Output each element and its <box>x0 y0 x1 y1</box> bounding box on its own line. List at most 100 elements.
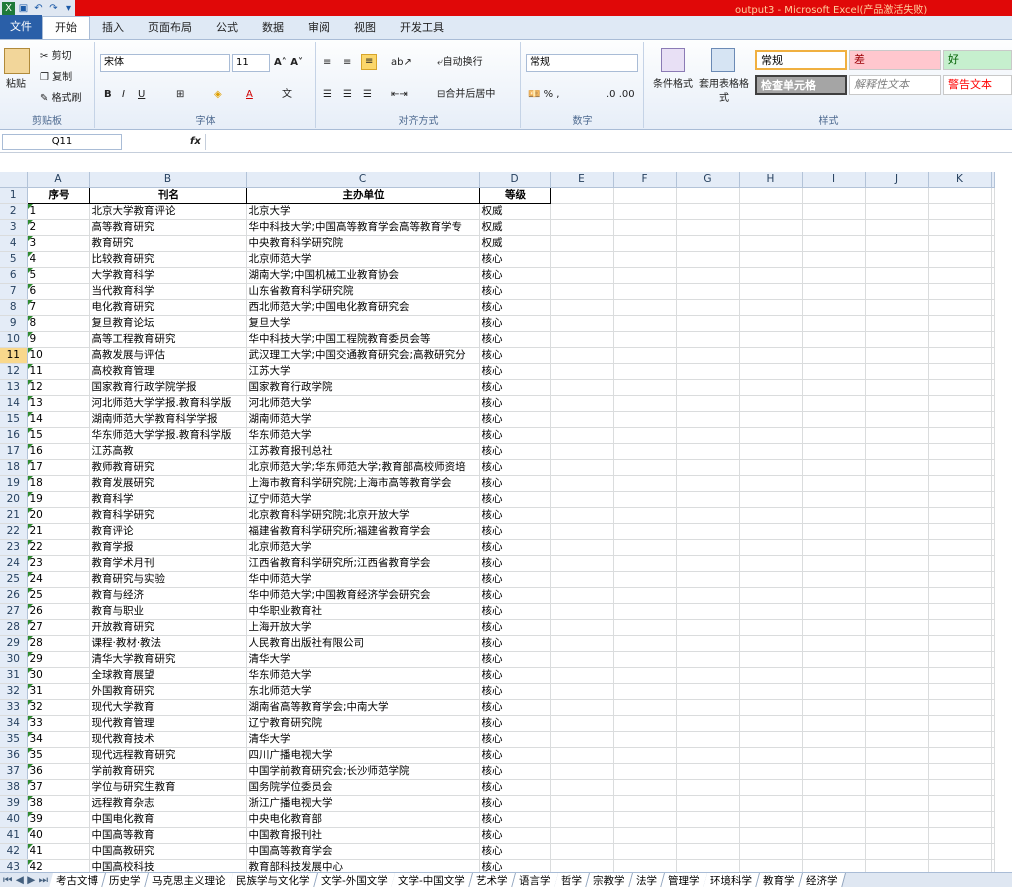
row-header[interactable]: 41 <box>0 828 27 844</box>
cell[interactable] <box>802 540 865 556</box>
cell[interactable] <box>550 732 613 748</box>
cell[interactable] <box>739 652 802 668</box>
cell[interactable] <box>613 300 676 316</box>
cell[interactable]: 河北师范大学学报.教育科学版 <box>89 396 246 412</box>
cell[interactable] <box>550 188 613 204</box>
row-header[interactable]: 36 <box>0 748 27 764</box>
row-header[interactable]: 30 <box>0 652 27 668</box>
cell[interactable] <box>865 300 928 316</box>
cell[interactable] <box>928 860 991 872</box>
cell[interactable]: 31 <box>27 684 89 700</box>
cell[interactable]: 河北师范大学 <box>246 396 479 412</box>
cell[interactable] <box>739 428 802 444</box>
sheet-tab[interactable]: 艺术学 <box>469 873 516 887</box>
cell[interactable] <box>928 812 991 828</box>
cell[interactable] <box>613 828 676 844</box>
cell[interactable] <box>676 284 739 300</box>
cell[interactable] <box>928 556 991 572</box>
row-header[interactable]: 38 <box>0 780 27 796</box>
cell[interactable] <box>739 332 802 348</box>
row-header[interactable]: 1 <box>0 188 27 204</box>
cell[interactable]: 8 <box>27 316 89 332</box>
column-header[interactable]: J <box>865 172 928 188</box>
cell[interactable] <box>550 764 613 780</box>
cell[interactable]: 9 <box>27 332 89 348</box>
cell[interactable] <box>865 748 928 764</box>
cell[interactable]: 山东省教育科学研究院 <box>246 284 479 300</box>
cell[interactable] <box>676 348 739 364</box>
cell[interactable] <box>865 764 928 780</box>
cell[interactable] <box>802 636 865 652</box>
style-check-cell[interactable]: 检查单元格 <box>755 75 847 95</box>
cell[interactable] <box>613 620 676 636</box>
cell[interactable]: 核心 <box>479 380 550 396</box>
cell[interactable] <box>991 604 994 620</box>
cell[interactable]: 核心 <box>479 620 550 636</box>
cell[interactable] <box>928 428 991 444</box>
name-box[interactable]: Q11 <box>2 134 122 150</box>
cell[interactable]: 教育研究 <box>89 236 246 252</box>
cell[interactable] <box>676 588 739 604</box>
tab-4[interactable]: 公式 <box>204 17 250 39</box>
cell[interactable] <box>928 396 991 412</box>
customize-icon[interactable]: ▾ <box>62 2 75 15</box>
cell[interactable] <box>550 460 613 476</box>
row-header[interactable]: 39 <box>0 796 27 812</box>
column-header[interactable]: C <box>246 172 479 188</box>
paste-icon[interactable] <box>4 48 30 74</box>
cell[interactable] <box>550 332 613 348</box>
tab-1[interactable]: 开始 <box>42 16 90 39</box>
cell[interactable] <box>802 508 865 524</box>
cell[interactable] <box>676 636 739 652</box>
cell[interactable] <box>865 476 928 492</box>
cell[interactable] <box>613 492 676 508</box>
cell[interactable] <box>991 796 994 812</box>
cell[interactable] <box>865 492 928 508</box>
cell[interactable] <box>613 860 676 872</box>
cell[interactable]: 7 <box>27 300 89 316</box>
cell[interactable] <box>865 828 928 844</box>
cell[interactable] <box>739 780 802 796</box>
row-header[interactable]: 13 <box>0 380 27 396</box>
align-top-icon[interactable]: ≡ <box>323 56 331 70</box>
cell[interactable] <box>802 828 865 844</box>
cell[interactable] <box>613 332 676 348</box>
row-header[interactable]: 28 <box>0 620 27 636</box>
sheet-tab[interactable]: 经济学 <box>799 873 846 887</box>
cell[interactable] <box>550 716 613 732</box>
cell[interactable]: 序号 <box>27 188 89 204</box>
cell[interactable] <box>613 540 676 556</box>
cell[interactable] <box>613 700 676 716</box>
cell[interactable]: 江苏教育报刊总社 <box>246 444 479 460</box>
tab-0[interactable]: 文件 <box>0 15 42 39</box>
cell[interactable] <box>991 332 994 348</box>
cell[interactable] <box>613 748 676 764</box>
row-header[interactable]: 43 <box>0 860 27 872</box>
cell[interactable]: 高等工程教育研究 <box>89 332 246 348</box>
row-header[interactable]: 3 <box>0 220 27 236</box>
row-header[interactable]: 15 <box>0 412 27 428</box>
cell[interactable] <box>928 236 991 252</box>
cell[interactable] <box>739 412 802 428</box>
formula-input[interactable] <box>205 134 1005 150</box>
row-header[interactable]: 7 <box>0 284 27 300</box>
cell[interactable]: 教育研究与实验 <box>89 572 246 588</box>
cell[interactable] <box>865 652 928 668</box>
cell[interactable]: 上海开放大学 <box>246 620 479 636</box>
cell[interactable] <box>550 540 613 556</box>
cell[interactable]: 核心 <box>479 716 550 732</box>
cell[interactable] <box>865 332 928 348</box>
cell[interactable] <box>802 204 865 220</box>
cell[interactable] <box>991 300 994 316</box>
cell[interactable]: 北京大学 <box>246 204 479 220</box>
cell[interactable]: 远程教育杂志 <box>89 796 246 812</box>
cell[interactable] <box>676 524 739 540</box>
decimal-icon[interactable]: .0 .00 <box>606 88 635 102</box>
cell[interactable]: 核心 <box>479 828 550 844</box>
cell[interactable]: 北京教育科学研究院;北京开放大学 <box>246 508 479 524</box>
cell[interactable] <box>676 796 739 812</box>
bold-icon[interactable]: B <box>104 88 112 102</box>
cell[interactable]: 教育科学 <box>89 492 246 508</box>
cell[interactable]: 现代远程教育研究 <box>89 748 246 764</box>
column-header[interactable]: H <box>739 172 802 188</box>
